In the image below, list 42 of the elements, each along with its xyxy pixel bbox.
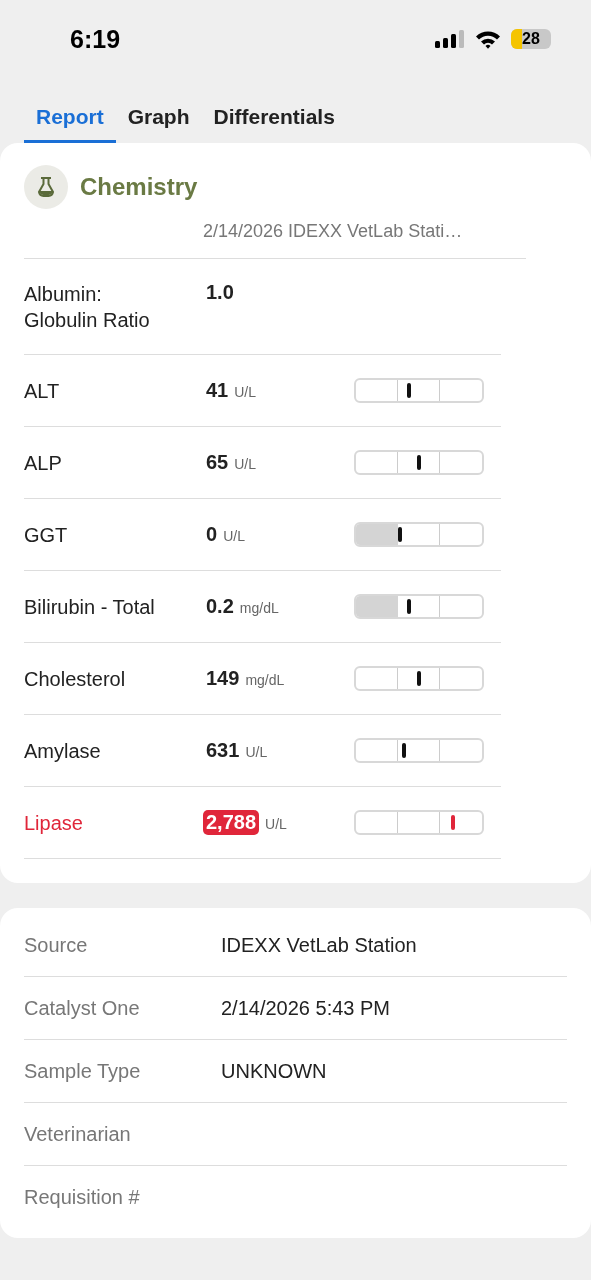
detail-label: Veterinarian — [24, 1122, 132, 1146]
test-name: ALT — [24, 378, 61, 404]
test-value: 0 — [206, 523, 218, 546]
unit-text: U/L — [245, 744, 268, 760]
test-value: 631 — [206, 739, 240, 762]
test-value: 149 — [206, 667, 240, 690]
tab[interactable]: Differentials — [201, 90, 347, 143]
flask-icon — [24, 165, 68, 209]
test-value: 1.0 — [206, 281, 234, 304]
test-name: Lipase — [24, 810, 84, 836]
detail-value: 2/14/2026 5:43 PM — [221, 996, 390, 1020]
test-value: 65 — [206, 451, 229, 474]
section-title: Chemistry — [80, 173, 198, 201]
test-name: Amylase — [24, 738, 102, 764]
status-time: 6:19 — [70, 24, 121, 54]
test-value: 41 — [206, 379, 229, 402]
signal-icon — [435, 30, 465, 48]
battery-icon: 28 — [511, 29, 551, 49]
detail-label: Catalyst One — [24, 996, 141, 1020]
test-name: ALP — [24, 450, 63, 476]
detail-value: UNKNOWN — [221, 1059, 327, 1083]
unit-text: U/L — [223, 528, 245, 544]
detail-label: Source — [24, 933, 89, 957]
tab[interactable]: Graph — [115, 90, 202, 143]
detail-label: Sample Type — [24, 1059, 142, 1083]
unit-text: U/L — [234, 384, 257, 400]
unit-text: mg/dL — [239, 600, 279, 616]
test-value: 0.2 — [206, 595, 234, 618]
test-name: Cholesterol — [24, 666, 127, 692]
low-range-shade — [356, 524, 398, 545]
wifi-icon — [475, 29, 501, 49]
unit-text: U/L — [265, 816, 287, 832]
unit-text: U/L — [234, 456, 257, 472]
test-name: Albumin: Globulin Ratio — [24, 282, 151, 333]
source-text: 2/14/2026 IDEXX VetLab Stati… — [203, 221, 463, 241]
test-value: 2,788 — [203, 810, 260, 835]
low-range-shade — [356, 596, 398, 617]
detail-value: IDEXX VetLab Station — [221, 933, 417, 957]
detail-label: Requisition # — [24, 1185, 141, 1209]
test-name: Bilirubin - Total — [24, 594, 156, 620]
test-name: GGT — [24, 522, 69, 548]
unit-text: mg/dL — [245, 672, 285, 688]
